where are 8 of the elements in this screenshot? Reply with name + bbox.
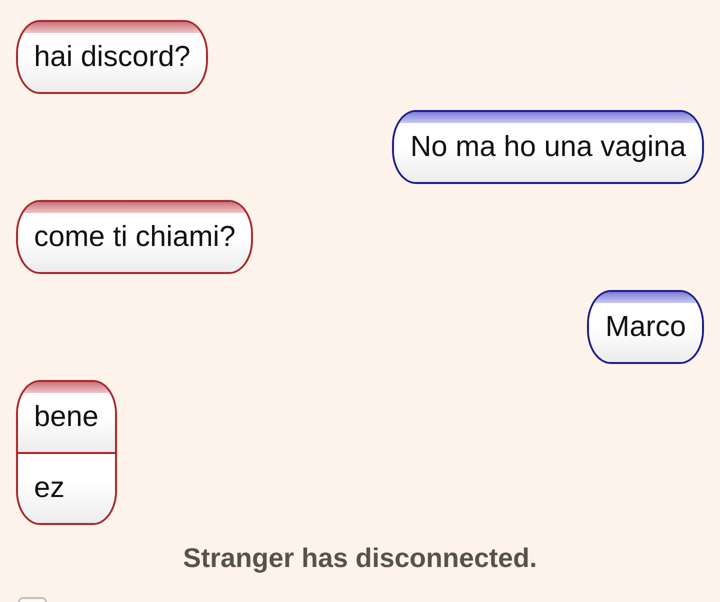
message-text: ez xyxy=(34,471,66,505)
checkbox[interactable] xyxy=(18,597,47,602)
message-text: Marco xyxy=(605,310,686,344)
disconnect-notice: Stranger has disconnected. xyxy=(182,542,538,575)
message-text: No ma ho una vagina xyxy=(410,130,686,164)
message-text: come ti chiami? xyxy=(34,220,236,254)
message-text: bene xyxy=(34,400,99,434)
message-text: hai discord? xyxy=(34,40,190,74)
